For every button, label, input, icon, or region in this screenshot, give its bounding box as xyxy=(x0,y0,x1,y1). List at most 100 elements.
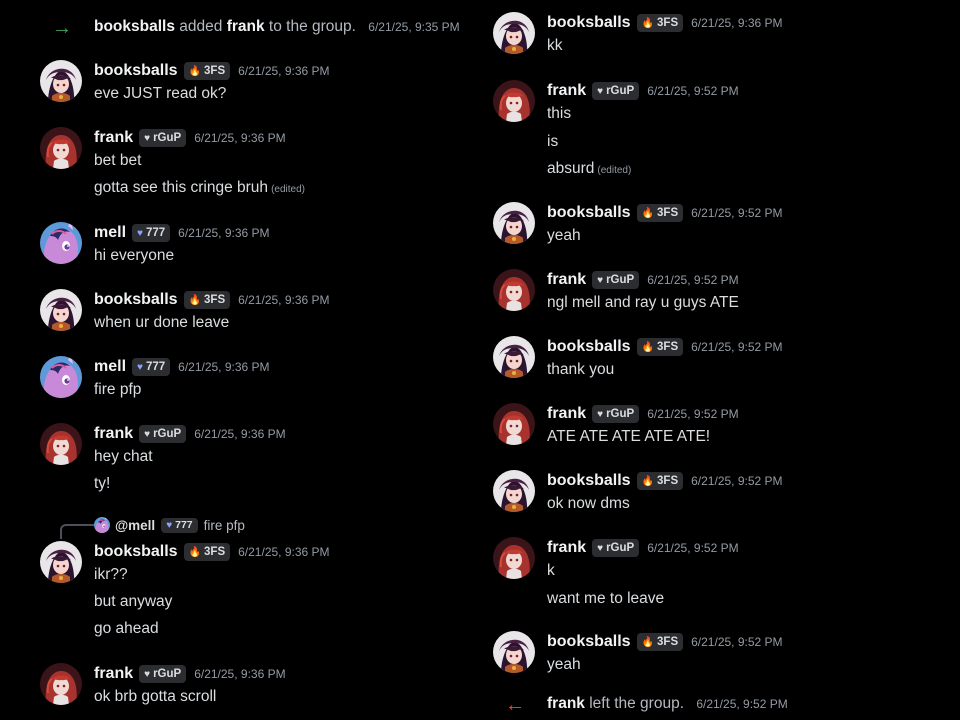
avatar[interactable] xyxy=(493,202,535,244)
username[interactable]: frank xyxy=(94,129,133,147)
role-tag[interactable]: 🔥 3FS xyxy=(636,633,684,651)
role-tag[interactable]: 🔥 3FS xyxy=(183,543,231,561)
avatar[interactable] xyxy=(493,336,535,378)
role-tag[interactable]: 🔥 3FS xyxy=(636,14,684,32)
role-tag[interactable]: ♥ rGuP xyxy=(139,665,187,683)
role-tag[interactable]: 🔥 3FS xyxy=(636,472,684,490)
role-tag-text: 3FS xyxy=(657,17,679,29)
avatar[interactable] xyxy=(493,631,535,673)
avatar[interactable] xyxy=(40,222,82,264)
avatar[interactable] xyxy=(493,537,535,579)
role-tag[interactable]: ♥ 777 xyxy=(132,224,171,242)
username[interactable]: booksballs xyxy=(547,338,631,356)
username[interactable]: booksballs xyxy=(94,62,178,80)
role-tag[interactable]: ♥ rGuP xyxy=(139,425,187,443)
message-header: frank ♥ rGuP 6/21/25, 9:52 PM xyxy=(547,80,739,102)
heart-icon: ♥ xyxy=(166,519,173,531)
role-tag[interactable]: ♥ rGuP xyxy=(592,82,640,100)
role-tag-text: 3FS xyxy=(204,294,226,306)
heart-icon: ♥ xyxy=(597,408,604,420)
message-text-content: ok brb gotta scroll xyxy=(94,688,217,705)
message-text-content: ATE ATE ATE ATE ATE! xyxy=(547,428,711,445)
avatar[interactable] xyxy=(40,423,82,465)
message-text-content: eve JUST read ok? xyxy=(94,85,227,102)
role-tag[interactable]: ♥ rGuP xyxy=(592,271,640,289)
role-tag[interactable]: 🔥 3FS xyxy=(183,291,231,309)
avatar[interactable] xyxy=(40,541,82,583)
username[interactable]: booksballs xyxy=(94,543,178,561)
message-text-content: want me to leave xyxy=(547,590,665,607)
message-text: kk xyxy=(547,35,563,57)
timestamp: 6/21/25, 9:36 PM xyxy=(178,226,270,240)
event-target[interactable]: frank xyxy=(227,18,265,35)
username[interactable]: booksballs xyxy=(94,291,178,309)
message-text-content: hi everyone xyxy=(94,247,175,264)
message-header: booksballs 🔥 3FS 6/21/25, 9:36 PM xyxy=(94,541,330,563)
event-actor[interactable]: booksballs xyxy=(94,18,175,35)
username[interactable]: booksballs xyxy=(547,204,631,222)
edited-label: (edited) xyxy=(271,184,305,195)
event-rest: to the group. xyxy=(268,18,356,35)
username[interactable]: booksballs xyxy=(547,14,631,32)
role-tag-text: 3FS xyxy=(657,636,679,648)
message-text-content: ok now dms xyxy=(547,495,630,512)
role-tag[interactable]: ♥ rGuP xyxy=(139,129,187,147)
avatar[interactable] xyxy=(493,12,535,54)
avatar[interactable] xyxy=(40,60,82,102)
message-text: ok brb gotta scroll xyxy=(94,686,216,708)
message-text-content: absurd xyxy=(547,160,595,177)
avatar[interactable] xyxy=(40,127,82,169)
message-text-content: yeah xyxy=(547,227,581,244)
flame-icon: 🔥 xyxy=(641,341,655,353)
message-text: want me to leave xyxy=(547,588,664,610)
username[interactable]: frank xyxy=(94,665,133,683)
username[interactable]: mell xyxy=(94,358,126,376)
reply-username[interactable]: @mell xyxy=(115,518,155,533)
reply-preview[interactable]: @mell ♥ 777 fire pfp xyxy=(94,515,245,535)
message-text-content: ngl mell and ray u guys ATE xyxy=(547,294,739,311)
role-tag[interactable]: ♥ rGuP xyxy=(592,539,640,557)
role-tag-text: rGuP xyxy=(606,408,635,420)
username[interactable]: frank xyxy=(547,405,586,423)
message-text-content: hey chat xyxy=(94,448,153,465)
username[interactable]: frank xyxy=(94,425,133,443)
message-text: hey chat xyxy=(94,446,153,468)
timestamp: 6/21/25, 9:52 PM xyxy=(647,84,739,98)
role-tag[interactable]: ♥ rGuP xyxy=(592,405,640,423)
message-text: is xyxy=(547,131,558,153)
avatar[interactable] xyxy=(493,403,535,445)
flame-icon: 🔥 xyxy=(188,65,202,77)
role-tag-text: 3FS xyxy=(657,341,679,353)
avatar[interactable] xyxy=(493,470,535,512)
message-header: mell ♥ 777 6/21/25, 9:36 PM xyxy=(94,356,270,378)
role-tag[interactable]: 🔥 3FS xyxy=(636,338,684,356)
username[interactable]: mell xyxy=(94,224,126,242)
message-text: k xyxy=(547,560,555,582)
message-header: frank ♥ rGuP 6/21/25, 9:52 PM xyxy=(547,269,739,291)
message-text-content: k xyxy=(547,562,555,579)
role-tag[interactable]: ♥ 777 xyxy=(161,517,198,533)
username[interactable]: booksballs xyxy=(547,472,631,490)
timestamp: 6/21/25, 9:36 PM xyxy=(194,427,286,441)
username[interactable]: frank xyxy=(547,539,586,557)
role-tag-text: rGuP xyxy=(153,428,182,440)
avatar[interactable] xyxy=(40,356,82,398)
avatar[interactable] xyxy=(40,289,82,331)
avatar[interactable] xyxy=(493,80,535,122)
message-text: ikr?? xyxy=(94,564,128,586)
timestamp: 6/21/25, 9:36 PM xyxy=(691,16,783,30)
role-tag[interactable]: 🔥 3FS xyxy=(183,62,231,80)
avatar[interactable] xyxy=(40,663,82,705)
role-tag[interactable]: 🔥 3FS xyxy=(636,204,684,222)
message-header: booksballs 🔥 3FS 6/21/25, 9:36 PM xyxy=(94,60,330,82)
flame-icon: 🔥 xyxy=(641,17,655,29)
avatar[interactable] xyxy=(493,269,535,311)
arrow-left-icon: ← xyxy=(505,694,525,716)
event-actor[interactable]: frank xyxy=(547,695,585,712)
message-text: ATE ATE ATE ATE ATE! xyxy=(547,426,710,448)
username[interactable]: frank xyxy=(547,271,586,289)
role-tag[interactable]: ♥ 777 xyxy=(132,358,171,376)
message-text: bet bet xyxy=(94,150,141,172)
username[interactable]: booksballs xyxy=(547,633,631,651)
username[interactable]: frank xyxy=(547,82,586,100)
